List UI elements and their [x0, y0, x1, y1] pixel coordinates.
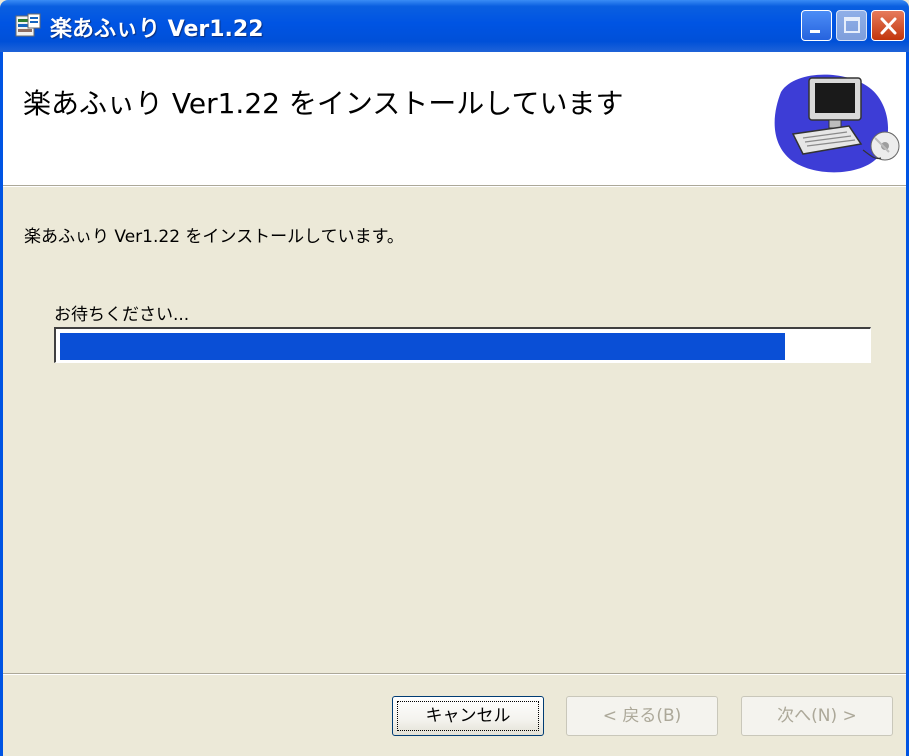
back-button-label: < 戻る(B)	[602, 706, 682, 726]
maximize-icon	[844, 17, 860, 33]
installer-app-icon	[15, 13, 41, 37]
install-progress-bar	[54, 327, 871, 363]
install-status-text: 楽あふぃり Ver1.22 をインストールしています。	[24, 227, 404, 247]
focus-ring: キャンセル	[397, 701, 539, 731]
next-button-label: 次へ(N) >	[777, 706, 857, 726]
cancel-button-label: キャンセル	[425, 706, 511, 726]
close-icon	[880, 17, 897, 35]
header-divider-highlight	[0, 186, 909, 187]
title-bar[interactable]: 楽あふぃり Ver1.22	[0, 0, 909, 52]
footer-divider-highlight	[3, 674, 906, 675]
maximize-button	[836, 10, 867, 41]
minimize-button[interactable]	[801, 10, 832, 41]
back-button: < 戻る(B)	[566, 696, 718, 736]
wait-label: お待ちください...	[54, 305, 190, 325]
window-title: 楽あふぃり Ver1.22	[50, 17, 264, 42]
computer-installer-graphic	[774, 74, 900, 173]
close-button[interactable]	[871, 10, 905, 41]
header-banner: 楽あふぃり Ver1.22 をインストールしています	[0, 52, 909, 185]
progress-fill	[60, 333, 785, 360]
next-button: 次へ(N) >	[741, 696, 893, 736]
installer-window: 楽あふぃり Ver1.22 楽あふぃり Ver1.22 をインストールしています	[0, 0, 909, 756]
window-frame-left	[0, 185, 3, 756]
minimize-icon	[810, 30, 820, 33]
page-title: 楽あふぃり Ver1.22 をインストールしています	[23, 87, 624, 120]
cancel-button[interactable]: キャンセル	[392, 696, 544, 736]
